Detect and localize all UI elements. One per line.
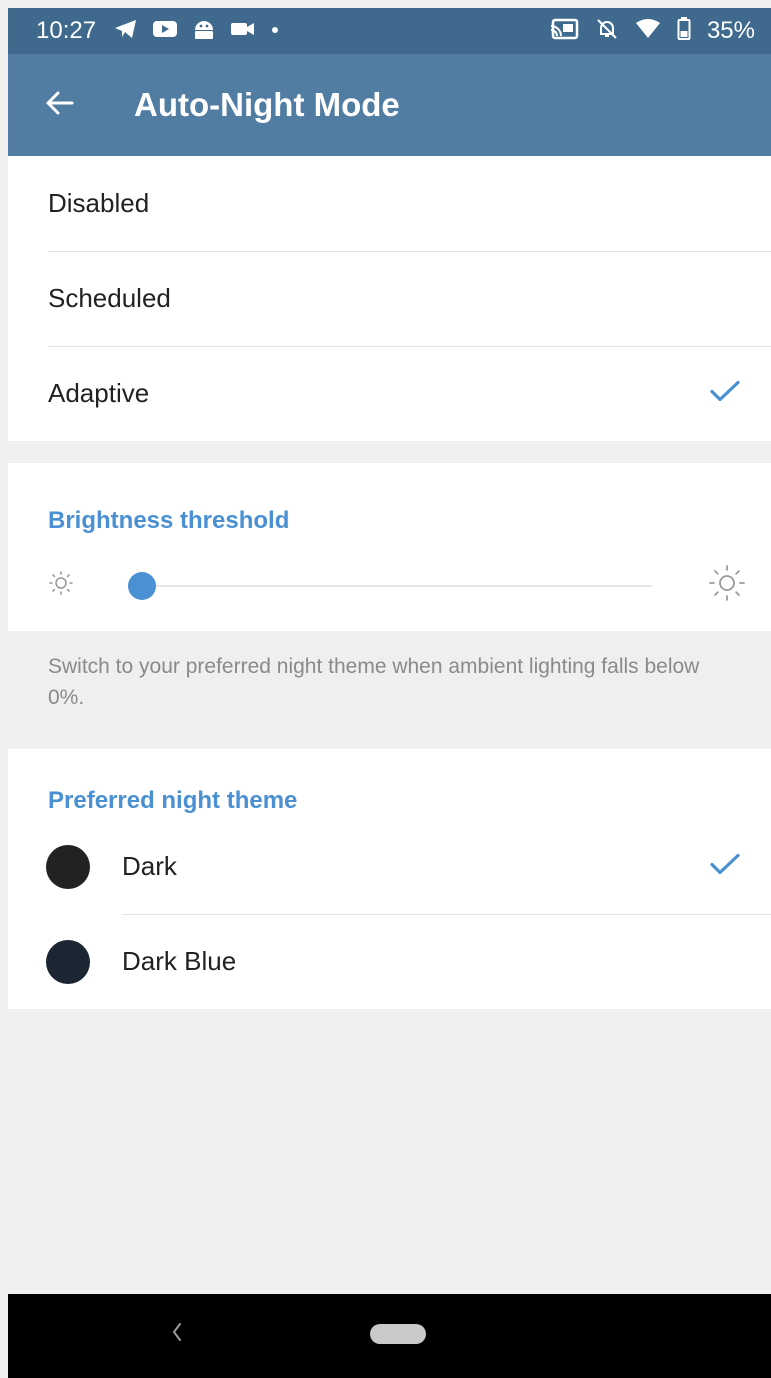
mode-options-list: Disabled Scheduled Adaptive (8, 156, 771, 441)
mode-option-label: Disabled (48, 188, 150, 218)
system-nav-bar (8, 1294, 771, 1378)
android-icon (192, 18, 216, 45)
mode-option-label: Adaptive (48, 378, 150, 408)
checkmark-icon (709, 379, 741, 408)
theme-color-swatch (46, 844, 90, 889)
brightness-description: Switch to your preferred night theme whe… (8, 631, 771, 749)
status-time: 10:27 (36, 17, 97, 44)
mode-option-scheduled[interactable]: Scheduled (8, 251, 771, 346)
brightness-title: Brightness threshold (48, 507, 290, 534)
theme-option-dark-blue[interactable]: Dark Blue (8, 914, 771, 1009)
mode-option-label: Scheduled (48, 283, 171, 313)
back-button[interactable] (30, 75, 90, 135)
mode-option-disabled[interactable]: Disabled (8, 156, 771, 251)
nav-back-button[interactable] (168, 1318, 184, 1351)
status-icons-left (114, 18, 280, 45)
theme-color-swatch (46, 939, 90, 984)
notifications-off-icon (595, 17, 619, 46)
theme-option-label: Dark (122, 851, 177, 881)
theme-option-dark[interactable]: Dark (8, 819, 771, 914)
status-icons-right: 35% (550, 16, 755, 46)
brightness-section: Brightness threshold (8, 463, 771, 631)
night-theme-title: Preferred night theme (48, 787, 298, 814)
section-divider (8, 441, 771, 463)
arrow-back-icon (45, 88, 75, 123)
wifi-icon (635, 18, 661, 45)
brightness-high-icon (707, 563, 747, 608)
cast-icon (550, 18, 579, 45)
nav-home-pill[interactable] (370, 1324, 426, 1344)
night-theme-section: Preferred night theme Dark Dark Blue (8, 749, 771, 1009)
theme-option-label: Dark Blue (122, 946, 237, 976)
page-title: Auto-Night Mode (134, 86, 400, 123)
video-icon (230, 20, 256, 43)
brightness-slider-thumb[interactable] (128, 572, 156, 600)
app-bar: Auto-Night Mode (8, 54, 771, 156)
brightness-slider-track[interactable] (128, 572, 652, 600)
brightness-low-icon (48, 570, 74, 601)
battery-icon (677, 16, 691, 46)
mode-option-adaptive[interactable]: Adaptive (8, 346, 771, 441)
dot-icon (270, 22, 280, 40)
telegram-icon (114, 19, 138, 44)
youtube-icon (152, 19, 178, 44)
checkmark-icon (709, 852, 741, 881)
brightness-slider-row (8, 539, 771, 631)
status-bar: 10:27 35% (8, 8, 771, 54)
battery-percent: 35% (706, 17, 755, 44)
settings-content: Disabled Scheduled Adaptive Brightness t… (8, 156, 771, 1009)
